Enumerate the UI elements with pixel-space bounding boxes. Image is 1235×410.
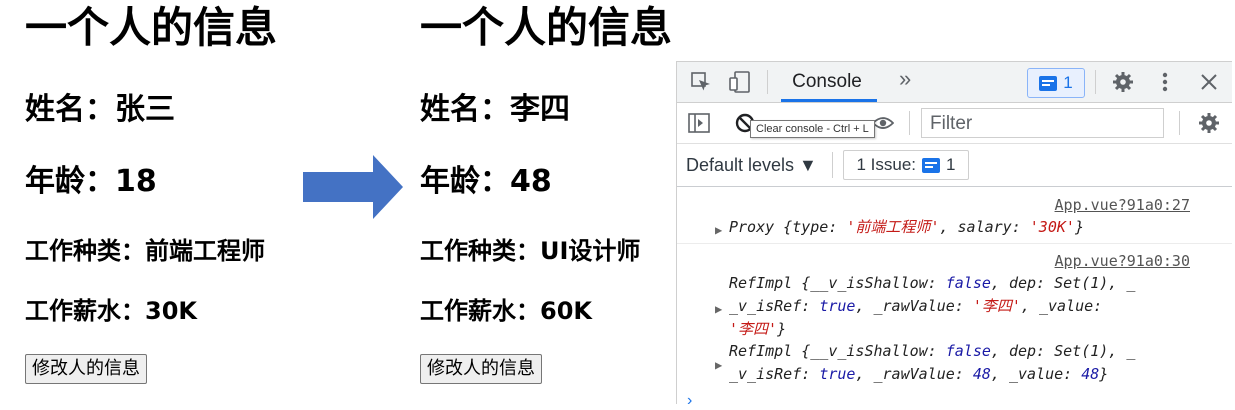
active-tab-indicator — [781, 99, 877, 102]
devtools-toolbar: Console » 1 — [677, 62, 1232, 103]
log-token: } — [1099, 365, 1109, 383]
job-type-field: 工作种类：前端工程师 — [25, 237, 265, 265]
log-token: , _value: — [990, 365, 1082, 383]
issues-label: 1 Issue: — [856, 155, 917, 174]
message-icon — [922, 157, 941, 173]
log-line: RefImpl {__v_isShallow: false, dep: Set(… — [729, 340, 1135, 362]
salary-field: 工作薪水：30K — [25, 297, 197, 325]
age-field: 年龄：48 — [420, 164, 552, 199]
console-filter-bar: Default levels ▼ 1 Issue: 1 — [677, 144, 1232, 187]
filter-input[interactable]: Filter — [921, 108, 1164, 138]
log-token: , dep: Set(1), _ — [990, 342, 1136, 360]
device-toolbar-icon[interactable] — [727, 70, 753, 94]
modify-person-button[interactable]: 修改人的信息 — [420, 354, 542, 384]
log-line: _v_isRef: true, _rawValue: '李四', _value: — [729, 295, 1102, 317]
log-token: , _value: — [1020, 297, 1103, 315]
default-levels-dropdown[interactable]: Default levels ▼ — [686, 144, 817, 186]
console-prompt-icon[interactable]: › — [687, 392, 692, 410]
log-token: '李四' — [729, 320, 778, 338]
more-options-icon[interactable] — [1155, 70, 1175, 94]
log-token: _v_isRef: — [729, 297, 820, 315]
log-token: } — [777, 320, 787, 338]
log-token: , salary: — [939, 218, 1030, 236]
log-line: _v_isRef: true, _rawValue: 48, _value: 4… — [729, 363, 1108, 385]
log-token: Proxy {type: — [729, 218, 847, 236]
page-title: 一个人的信息 — [25, 3, 278, 52]
log-token: , _rawValue: — [855, 365, 973, 383]
log-token: '李四' — [972, 297, 1021, 315]
tab-console[interactable]: Console — [785, 62, 869, 102]
issues-badge[interactable]: 1 — [1027, 68, 1085, 98]
log-line: RefImpl {__v_isShallow: false, dep: Set(… — [729, 272, 1135, 294]
log-token: , dep: Set(1), _ — [990, 274, 1136, 292]
log-token: } — [1074, 218, 1084, 236]
log-token: false — [945, 342, 991, 360]
page-title: 一个人的信息 — [420, 3, 673, 52]
expand-triangle-icon[interactable]: ▶ — [715, 298, 722, 320]
issues-badge-count: 1 — [1063, 73, 1073, 92]
log-token: 48 — [972, 365, 991, 383]
console-message: App.vue?91a0:30 RefImpl {__v_isShallow: … — [677, 246, 1232, 386]
message-icon — [1039, 75, 1058, 91]
log-token: false — [945, 274, 991, 292]
log-source-link[interactable]: App.vue?91a0:30 — [1055, 250, 1190, 272]
name-field: 姓名：李四 — [420, 92, 570, 127]
issues-count: 1 — [946, 155, 956, 174]
settings-gear-icon[interactable] — [1111, 70, 1135, 94]
log-line: '李四'} — [729, 318, 786, 340]
log-token: RefImpl {__v_isShallow: — [729, 274, 946, 292]
clear-console-tooltip: Clear console - Ctrl + L — [750, 120, 875, 138]
console-message: App.vue?91a0:27 ▶ Proxy {type: '前端工程师', … — [677, 190, 1232, 242]
devtools-panel: Console » 1 Filter Clear console - Ctrl … — [676, 61, 1232, 409]
age-field: 年龄：18 — [25, 164, 157, 199]
more-tabs-icon[interactable]: » — [899, 66, 911, 92]
console-settings-gear-icon[interactable] — [1197, 111, 1221, 135]
log-token: '30K' — [1029, 218, 1075, 236]
log-token: 48 — [1081, 365, 1100, 383]
log-token: , _rawValue: — [855, 297, 973, 315]
log-token: _v_isRef: — [729, 365, 820, 383]
right-arrow-icon — [303, 155, 403, 219]
issues-button[interactable]: 1 Issue: 1 — [843, 150, 969, 180]
log-source-link[interactable]: App.vue?91a0:27 — [1055, 194, 1190, 216]
log-token: true — [819, 297, 856, 315]
log-token: '前端工程师' — [846, 218, 940, 236]
salary-field: 工作薪水：60K — [420, 297, 592, 325]
expand-triangle-icon[interactable]: ▶ — [715, 219, 722, 241]
sidebar-toggle-icon[interactable] — [687, 112, 711, 134]
log-line: Proxy {type: '前端工程师', salary: '30K'} — [729, 216, 1084, 238]
inspect-element-icon[interactable] — [689, 70, 713, 94]
log-token: RefImpl {__v_isShallow: — [729, 342, 946, 360]
name-field: 姓名：张三 — [25, 92, 175, 127]
log-token: true — [819, 365, 856, 383]
close-icon[interactable] — [1197, 70, 1221, 94]
modify-person-button[interactable]: 修改人的信息 — [25, 354, 147, 384]
expand-triangle-icon[interactable]: ▶ — [715, 354, 722, 376]
job-type-field: 工作种类：UI设计师 — [420, 237, 641, 265]
